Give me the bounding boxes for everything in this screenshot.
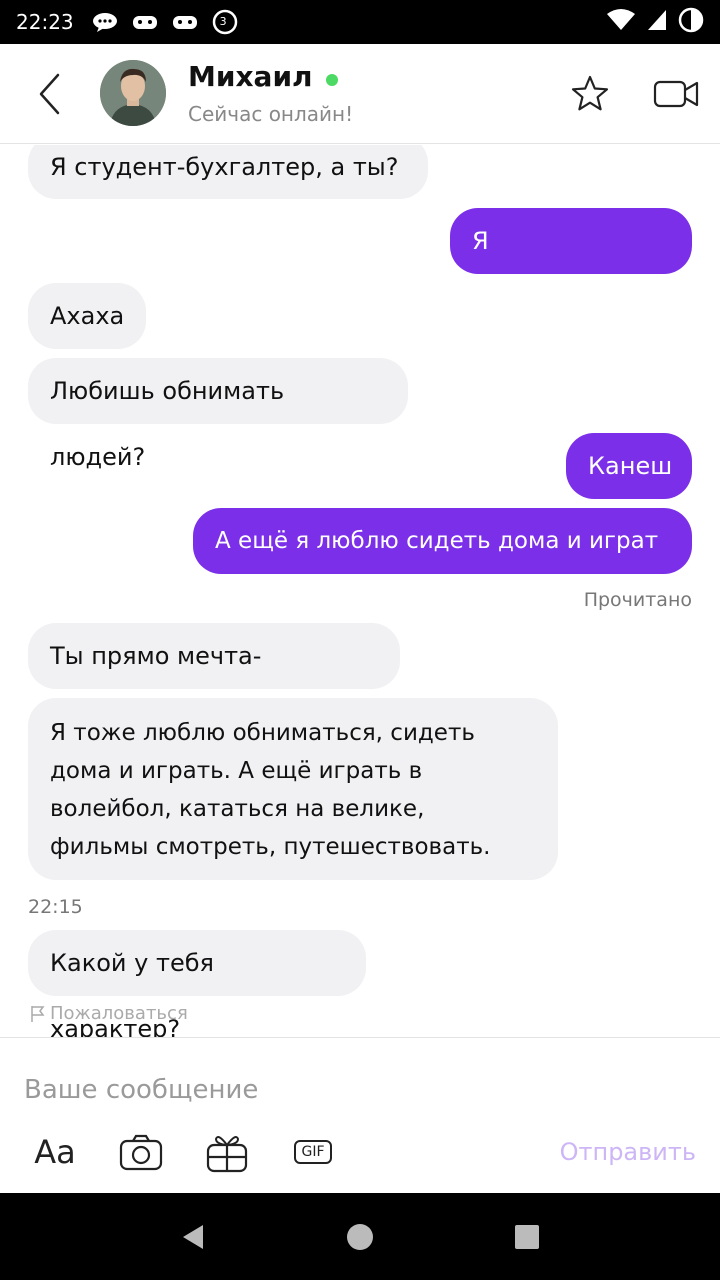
message-incoming[interactable]: Какой у тебя характер? [28,930,366,1037]
message-text: Ахаха [50,302,125,330]
gif-label: GIF [294,1140,332,1164]
message-incoming[interactable]: Я студент-бухгалтер, а ты? [28,145,428,199]
report-label: Пожаловаться [50,1003,188,1024]
message-text: Любишь обнимать людей? [50,377,285,471]
message-incoming[interactable]: Любишь обнимать людей? [28,358,408,471]
send-button[interactable]: Отправить [560,1138,696,1166]
system-navigation-bar [0,1193,720,1280]
nav-back-button[interactable] [171,1215,215,1259]
nav-recents-button[interactable] [505,1215,549,1259]
chat-header: Михаил Сейчас онлайн! [0,44,720,144]
game-controller-icon [130,10,160,34]
message-line: дома и играть. А ещё играть в [50,758,423,784]
status-bar: 22:23 3 [0,0,720,44]
chevron-left-icon [39,73,60,115]
status-time: 22:23 [16,10,74,34]
battery-icon [678,7,704,37]
contact-status: Сейчас онлайн! [188,102,354,126]
read-status: Прочитано [583,589,692,611]
camera-button[interactable] [116,1130,166,1174]
avatar[interactable] [100,60,166,126]
message-outgoing[interactable]: А ещё я люблю сидеть дома и играт [193,508,692,574]
message-composer: Aa GIF Отправить [0,1037,720,1193]
video-call-button[interactable] [652,74,702,114]
gif-button[interactable]: GIF [290,1130,336,1174]
gift-button[interactable] [202,1130,252,1174]
report-button[interactable]: Пожаловаться [30,1003,188,1024]
message-incoming[interactable]: Я тоже люблю обниматься, сидеть дома и и… [28,698,558,880]
contact-name[interactable]: Михаил [188,60,313,93]
message-line: фильмы смотреть, путешествовать. [50,834,491,860]
chat-bubble-icon [90,10,120,34]
triangle-back-icon [183,1224,204,1249]
camera-icon [119,1134,163,1171]
message-incoming[interactable]: Ахаха [28,283,146,349]
message-timestamp: 22:15 [28,896,83,918]
message-text: Я студент-бухгалтер, а ты? [50,153,399,181]
square-recents-icon [514,1224,539,1249]
message-outgoing[interactable]: Я обнимальщик [450,208,692,321]
text-format-label: Aa [34,1133,76,1171]
back-button[interactable] [30,70,70,118]
video-camera-icon [653,80,699,108]
game-controller-icon-2 [170,10,200,34]
message-text: А ещё я люблю сидеть дома и играт [215,528,659,554]
online-indicator [326,74,338,86]
message-list[interactable]: Я студент-бухгалтер, а ты? Я обнимальщик… [0,145,720,1037]
signal-icon [646,8,668,36]
message-input[interactable] [24,1068,684,1112]
star-icon [571,75,609,111]
circle-home-icon [346,1223,373,1250]
nav-home-button[interactable] [338,1215,382,1259]
message-line: Я тоже люблю обниматься, сидеть [50,720,475,746]
message-incoming[interactable]: Ты прямо мечта-девушка. [28,623,400,736]
message-line: волейбол, кататься на велике, [50,796,425,822]
wifi-icon [606,8,636,36]
gift-icon [206,1136,248,1173]
message-text: Я обнимальщик [472,227,648,321]
text-format-button[interactable]: Aa [30,1130,80,1174]
message-text: Канеш [588,452,673,480]
badge-icon: 3 [210,9,240,35]
favorite-button[interactable] [568,72,612,116]
badge-count: 3 [219,15,227,28]
message-outgoing[interactable]: Канеш [566,433,692,499]
person-photo-icon [100,60,166,126]
flag-icon [31,1005,45,1022]
